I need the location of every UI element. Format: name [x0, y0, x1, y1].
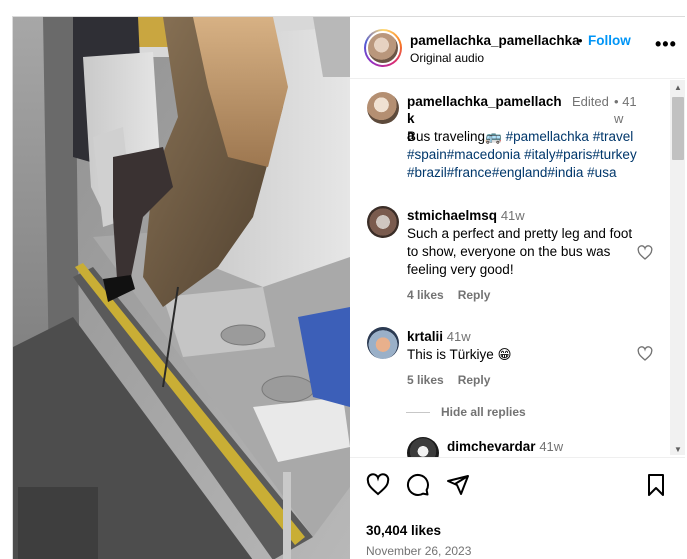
edited-label: Edited: [572, 94, 609, 109]
hashtag-link[interactable]: #travel: [593, 129, 634, 144]
likes-count[interactable]: 30,404 likes: [366, 523, 441, 538]
reply-button[interactable]: Reply: [458, 373, 491, 387]
reply-button[interactable]: Reply: [458, 288, 491, 302]
comment-like-heart-icon[interactable]: [637, 245, 653, 261]
heart-icon[interactable]: [366, 473, 390, 497]
comment-likes-count[interactable]: 4 likes: [407, 288, 444, 302]
hashtag-link[interactable]: #england: [492, 165, 548, 180]
author-avatar[interactable]: [364, 29, 402, 67]
post-dialog: pamellachka_pamellachka • Follow Origina…: [12, 16, 685, 559]
bookmark-icon[interactable]: [644, 473, 668, 497]
comment-username[interactable]: krtalii: [407, 329, 443, 344]
bus-emoji-icon: 🚌: [485, 129, 502, 144]
scrollbar-thumb[interactable]: [672, 97, 684, 160]
action-bar: 30,404 likes November 26, 2023: [350, 457, 685, 559]
author-username[interactable]: pamellachka_pamellachka: [410, 33, 580, 48]
hashtag-link[interactable]: #macedonia: [447, 147, 521, 162]
comment-meta: 5 likes Reply: [407, 373, 504, 387]
more-options-icon[interactable]: •••: [655, 35, 677, 53]
grin-emoji-icon: 😁: [497, 347, 512, 362]
caption-age-dot: •: [614, 94, 619, 109]
caption-prefix: Bus traveling: [407, 129, 486, 144]
hashtag-link[interactable]: #usa: [587, 165, 616, 180]
comment-avatar[interactable]: [367, 327, 399, 359]
hashtag-link[interactable]: #turkey: [592, 147, 636, 162]
comment-item: stmichaelmsq 41w Such a perfect and pret…: [407, 207, 637, 279]
reply-item: dimchevardar 41w: [447, 438, 563, 456]
comment-username[interactable]: stmichaelmsq: [407, 208, 497, 223]
caption-age: • 41 w: [614, 93, 644, 127]
comment-age: 41w: [446, 329, 471, 344]
scroll-down-arrow-icon[interactable]: ▼: [674, 445, 682, 454]
caption-text: Bus traveling🚌 #pamellachka #travel #spa…: [407, 128, 657, 182]
hashtag-link[interactable]: #pamellachka: [506, 129, 589, 144]
hashtag-link[interactable]: #france: [447, 165, 492, 180]
comment-like-heart-icon[interactable]: [637, 346, 653, 362]
hashtag-link[interactable]: #india: [547, 165, 583, 180]
share-icon[interactable]: [446, 473, 470, 497]
hashtag-link[interactable]: #paris: [556, 147, 593, 162]
caption-username-line1[interactable]: pamellachka_pamellachk: [407, 94, 562, 126]
replies-divider: [406, 412, 430, 413]
video-frame: [13, 17, 350, 559]
post-header: pamellachka_pamellachka • Follow Origina…: [350, 17, 685, 79]
comment-icon[interactable]: [406, 473, 430, 497]
reply-age: 41w: [539, 439, 564, 454]
hide-replies-button[interactable]: Hide all replies: [441, 405, 526, 419]
scroll-up-arrow-icon[interactable]: ▲: [674, 83, 682, 92]
comment-item: krtalii 41w This is Türkiye 😁: [407, 328, 637, 364]
post-date[interactable]: November 26, 2023: [366, 544, 471, 558]
comment-likes-count[interactable]: 5 likes: [407, 373, 444, 387]
hashtag-link[interactable]: #italy: [524, 147, 556, 162]
header-separator: •: [578, 33, 583, 48]
hashtag-link[interactable]: #spain: [407, 147, 447, 162]
comment-avatar[interactable]: [367, 206, 399, 238]
hashtag-link[interactable]: #brazil: [407, 165, 447, 180]
comment-age: 41w: [500, 208, 525, 223]
comment-meta: 4 likes Reply: [407, 288, 504, 302]
follow-button[interactable]: Follow: [588, 33, 631, 48]
caption-avatar[interactable]: [367, 92, 399, 124]
reply-username[interactable]: dimchevardar: [447, 439, 536, 454]
audio-label[interactable]: Original audio: [410, 51, 484, 65]
post-video[interactable]: [13, 17, 350, 559]
comment-text: Such a perfect and pretty leg and foot t…: [407, 226, 633, 277]
comment-text: This is Türkiye: [407, 347, 494, 362]
